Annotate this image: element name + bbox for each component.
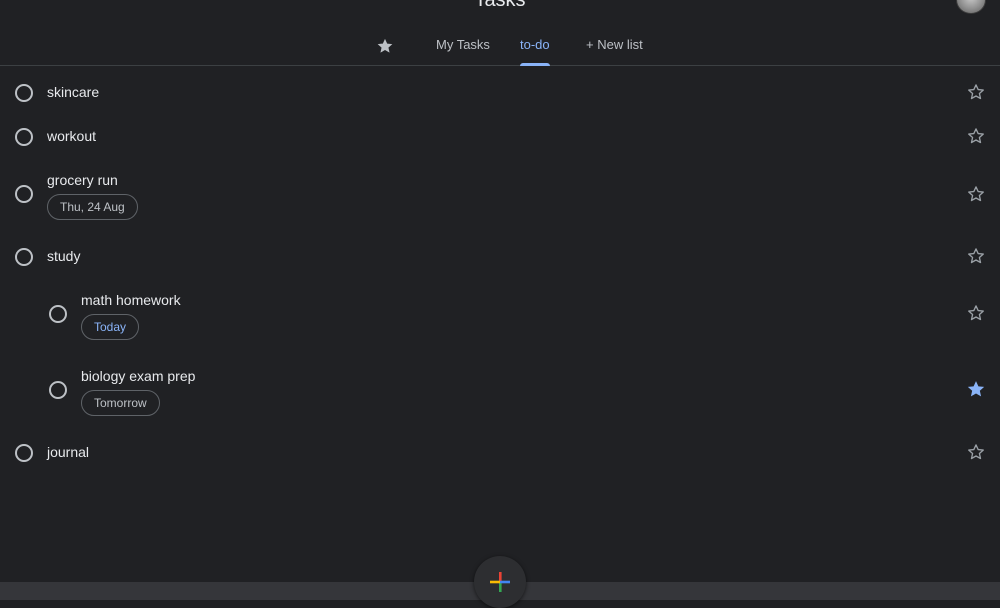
add-icon: [490, 572, 510, 592]
star-filled-icon[interactable]: [966, 379, 986, 399]
task-title: biology exam prep: [81, 368, 196, 384]
task-title: grocery run: [47, 172, 118, 188]
new-list-button[interactable]: + New list: [586, 28, 643, 65]
task-title: study: [47, 248, 81, 264]
star-outline-icon[interactable]: [966, 303, 986, 323]
subtask-item[interactable]: math homework Today: [0, 288, 1000, 344]
star-outline-icon[interactable]: [966, 184, 986, 204]
task-item[interactable]: journal: [0, 440, 1000, 466]
task-title: journal: [47, 444, 90, 460]
subtask-item[interactable]: biology exam prep Tomorrow: [0, 364, 1000, 420]
due-date-chip[interactable]: Tomorrow: [81, 390, 160, 416]
task-checkbox[interactable]: [15, 185, 33, 203]
task-item[interactable]: grocery run Thu, 24 Aug: [0, 168, 1000, 224]
task-item[interactable]: study: [0, 244, 1000, 270]
task-item[interactable]: workout: [0, 124, 1000, 150]
due-date-chip[interactable]: Today: [81, 314, 140, 340]
tab-starred[interactable]: [372, 28, 398, 65]
star-outline-icon[interactable]: [966, 246, 986, 266]
task-checkbox[interactable]: [15, 444, 33, 462]
star-outline-icon[interactable]: [966, 126, 986, 146]
task-checkbox[interactable]: [15, 84, 33, 102]
list-tabs: My Tasks to-do + New list: [0, 28, 1000, 66]
active-tab-indicator: [520, 63, 550, 66]
task-checkbox[interactable]: [15, 128, 33, 146]
task-title: workout: [47, 128, 97, 144]
tab-to-do[interactable]: to-do: [520, 28, 550, 65]
task-checkbox[interactable]: [49, 305, 67, 323]
due-date-chip[interactable]: Thu, 24 Aug: [47, 194, 138, 220]
app-title: Tasks: [474, 0, 526, 11]
task-item[interactable]: skincare: [0, 80, 1000, 106]
task-title: skincare: [47, 84, 100, 100]
task-checkbox[interactable]: [15, 248, 33, 266]
task-checkbox[interactable]: [49, 381, 67, 399]
task-title: math homework: [81, 292, 181, 308]
star-outline-icon[interactable]: [966, 82, 986, 102]
tab-my-tasks[interactable]: My Tasks: [436, 28, 490, 65]
add-task-button[interactable]: [474, 556, 526, 608]
star-outline-icon[interactable]: [966, 442, 986, 462]
star-icon: [377, 38, 393, 53]
